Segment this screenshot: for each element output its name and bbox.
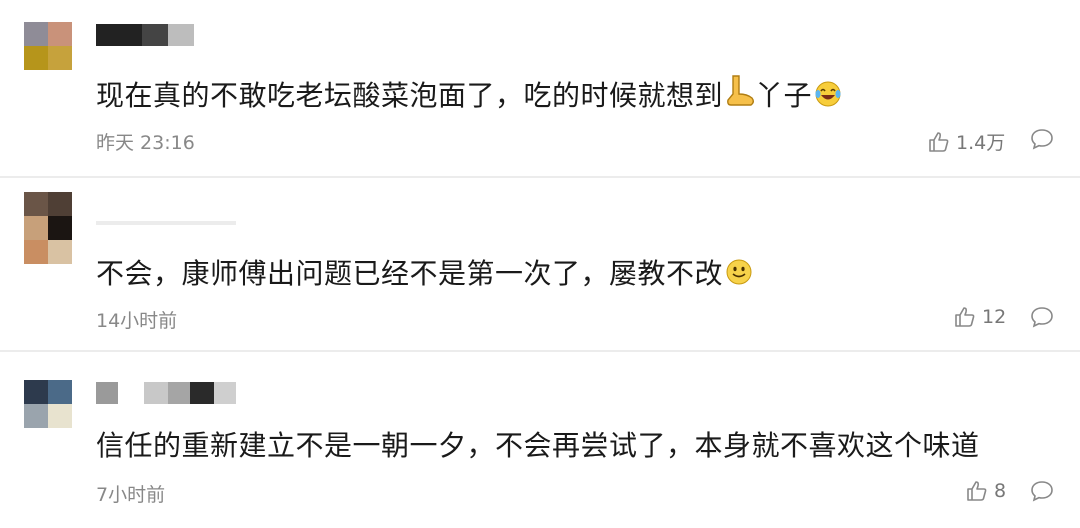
thumbs-up-icon (967, 481, 987, 501)
foot-emoji (725, 74, 755, 115)
comment-item: 信任的重新建立不是一朝一夕，不会再尝试了，本身就不喜欢这个味道 7小时前 8 (0, 352, 1080, 528)
like-button[interactable]: 1.4万 (928, 128, 1005, 155)
comment-time: 昨天 23:16 (96, 132, 195, 154)
comment-bubble-icon (1031, 481, 1053, 502)
username-redacted[interactable] (96, 382, 236, 404)
like-button[interactable]: 12 (954, 306, 1006, 328)
username-redacted[interactable] (96, 24, 194, 46)
comment-time: 7小时前 (96, 484, 166, 506)
like-count: 12 (982, 306, 1007, 328)
comment-item: 现在真的不敢吃老坛酸菜泡面了，吃的时候就想到 丫子 昨天 23:16 1.4万 (0, 0, 1080, 176)
comment-text: 不会，康师傅出问题已经不是第一次了，屡教不改 (96, 252, 753, 293)
smile-emoji (725, 258, 753, 293)
comment-bubble-icon (1031, 129, 1053, 150)
comment-item: 不会，康师傅出问题已经不是第一次了，屡教不改 14小时前 12 (0, 178, 1080, 350)
comment-time: 14小时前 (96, 310, 178, 332)
like-count: 8 (994, 480, 1007, 502)
comment-bubble-icon (1031, 307, 1053, 328)
reply-button[interactable] (1030, 480, 1054, 506)
thumbs-up-icon (929, 131, 949, 152)
avatar[interactable] (24, 22, 72, 70)
comment-text: 信任的重新建立不是一朝一夕，不会再尝试了，本身就不喜欢这个味道 (96, 429, 980, 462)
reply-button[interactable] (1030, 128, 1054, 154)
like-button[interactable]: 8 (966, 480, 1006, 502)
reply-button[interactable] (1030, 306, 1054, 332)
like-count: 1.4万 (956, 132, 1006, 154)
username-redacted[interactable] (96, 212, 236, 234)
laughing-tears-emoji (814, 80, 842, 115)
avatar[interactable] (24, 380, 72, 428)
avatar[interactable] (24, 192, 72, 264)
thumbs-up-icon (955, 307, 975, 327)
comment-text: 现在真的不敢吃老坛酸菜泡面了，吃的时候就想到 丫子 (96, 74, 842, 115)
